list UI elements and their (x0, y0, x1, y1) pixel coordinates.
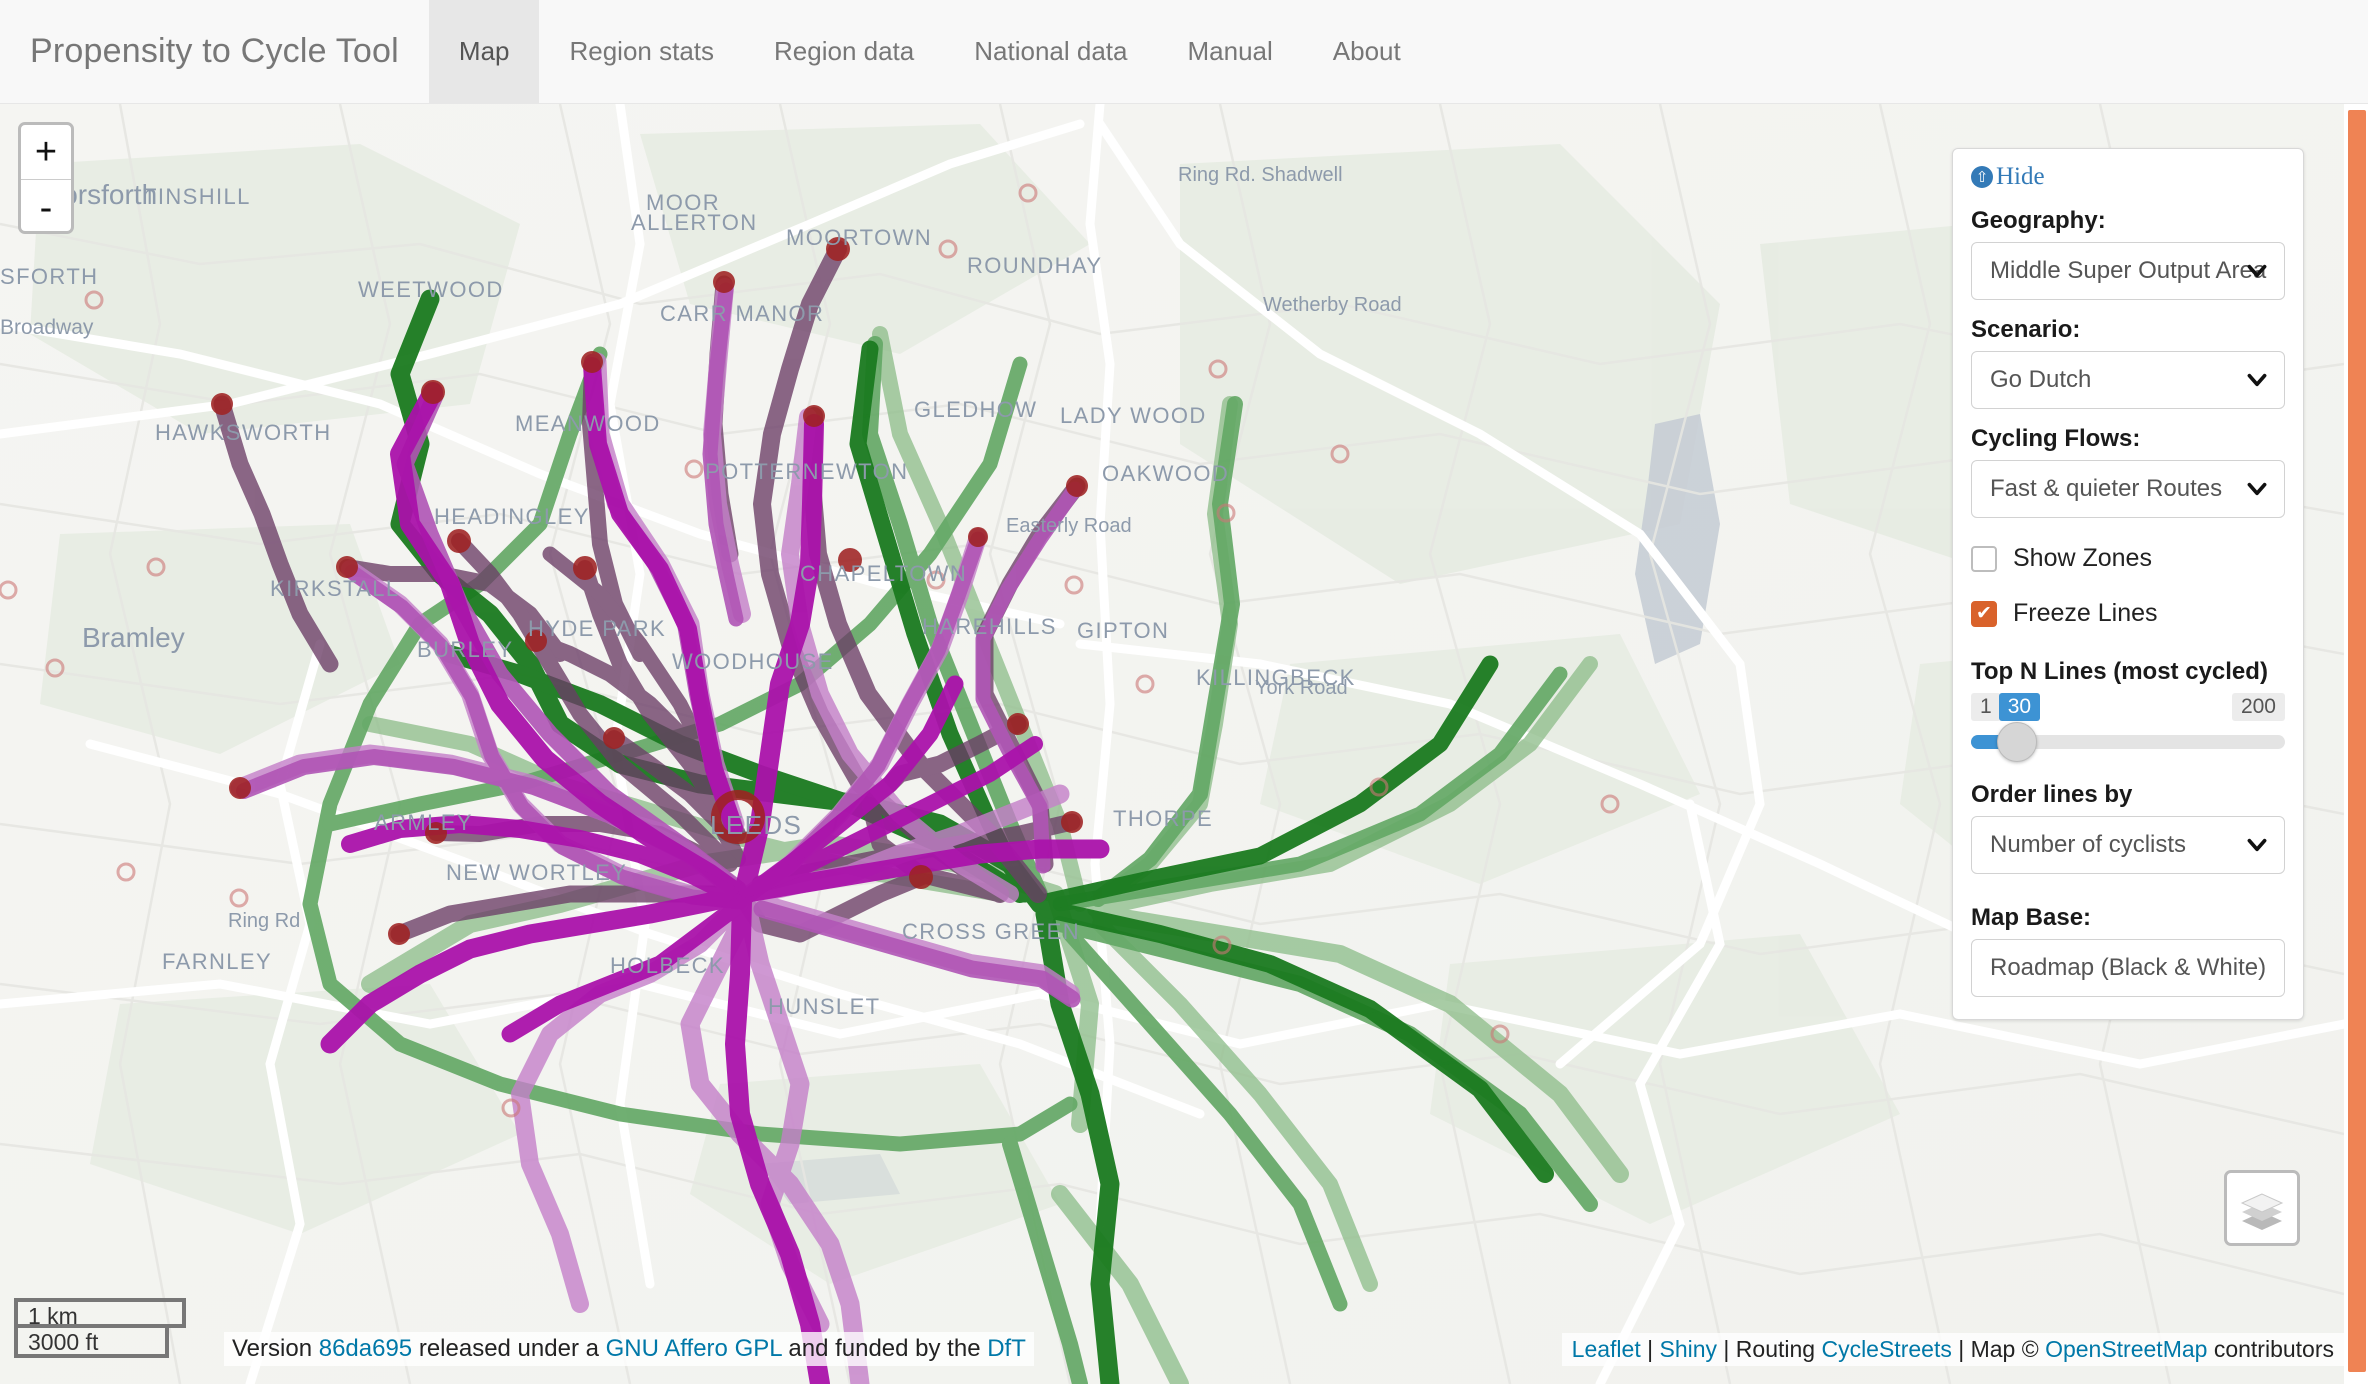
tab-map[interactable]: Map (428, 0, 540, 103)
scale-bar: 1 km 3000 ft (14, 1298, 186, 1358)
funder-link[interactable]: DfT (987, 1335, 1026, 1362)
leaflet-link[interactable]: Leaflet (1572, 1336, 1641, 1362)
tab-region-data-label: Region data (774, 36, 915, 66)
layers-icon (2240, 1193, 2284, 1230)
layers-control-button[interactable] (2224, 1170, 2300, 1246)
slider-min-label: 1 (1971, 693, 2001, 721)
navbar: Propensity to Cycle Tool Map Region stat… (0, 0, 2368, 104)
tab-manual[interactable]: Manual (1157, 0, 1302, 103)
freeze-lines-row[interactable]: Freeze Lines (1971, 599, 2285, 628)
version-mid: released under a (412, 1335, 606, 1362)
version-prefix: Version (232, 1335, 319, 1362)
app-title[interactable]: Propensity to Cycle Tool (0, 0, 429, 103)
cycling-flows-label: Cycling Flows: (1971, 425, 2141, 452)
tab-about[interactable]: About (1303, 0, 1431, 103)
freeze-lines-checkbox[interactable] (1971, 600, 1997, 627)
show-zones-label: Show Zones (2013, 544, 2152, 572)
tab-national-data[interactable]: National data (944, 0, 1157, 103)
slider-track[interactable] (1971, 722, 2285, 762)
map-base-label: Map Base: (1971, 904, 2092, 931)
shiny-link[interactable]: Shiny (1659, 1336, 1717, 1362)
license-link[interactable]: GNU Affero GPL (606, 1335, 782, 1362)
cycling-flows-value: Fast & quieter Routes (1990, 475, 2223, 502)
order-lines-by-value: Number of cyclists (1990, 831, 2187, 858)
tab-region-stats-label: Region stats (569, 36, 715, 66)
zoom-control[interactable]: + - (18, 122, 74, 234)
chevron-down-icon (2247, 482, 2267, 496)
scenario-select[interactable]: Go Dutch (1971, 351, 2285, 409)
attrib-sep-2: | Routing (1717, 1336, 1822, 1362)
arrow-up-circle-icon: ⇧ (1971, 166, 1993, 188)
openstreetmap-link[interactable]: OpenStreetMap (2045, 1336, 2207, 1362)
hide-panel-button[interactable]: ⇧ Hide (1971, 163, 2285, 191)
cyclestreets-link[interactable]: CycleStreets (1821, 1336, 1951, 1362)
chevron-down-icon (2247, 264, 2267, 278)
attrib-tail: contributors (2207, 1336, 2334, 1362)
show-zones-checkbox[interactable] (1971, 545, 1997, 572)
attrib-sep-1: | (1640, 1336, 1660, 1362)
cycling-flows-select[interactable]: Fast & quieter Routes (1971, 460, 2285, 518)
page-scrollbar-thumb[interactable] (2348, 110, 2366, 1372)
order-lines-by-label: Order lines by (1971, 781, 2133, 808)
version-suffix: and funded by the (781, 1335, 988, 1362)
scale-imperial-label: 3000 ft (28, 1329, 99, 1355)
scenario-label: Scenario: (1971, 316, 2081, 343)
map-attribution: Leaflet | Shiny | Routing CycleStreets |… (1561, 1333, 2344, 1366)
show-zones-row[interactable]: Show Zones (1971, 544, 2285, 573)
zoom-in-button[interactable]: + (21, 125, 71, 180)
leaflet-map[interactable]: Horsforth TINSHILL SFORTH Broadway WEETWOOD H… (0, 104, 2344, 1384)
tab-region-stats[interactable]: Region stats (539, 0, 744, 103)
chevron-down-icon (2247, 838, 2267, 852)
page-scrollbar[interactable] (2344, 104, 2368, 1384)
top-n-slider[interactable]: 1 30 200 (1971, 693, 2285, 762)
tab-map-label: Map (458, 36, 510, 66)
map-control-panel: ⇧ Hide Geography: Middle Super Output Ar… (1952, 148, 2304, 1020)
tab-national-data-label: National data (974, 36, 1128, 66)
tab-region-data[interactable]: Region data (744, 0, 944, 103)
map-base-value: Roadmap (Black & White) (1990, 954, 2267, 981)
geography-label: Geography: (1971, 207, 2106, 234)
scenario-value: Go Dutch (1990, 366, 2092, 393)
chevron-down-icon (2247, 373, 2267, 387)
geography-select[interactable]: Middle Super Output Area (1971, 242, 2285, 300)
order-lines-by-select[interactable]: Number of cyclists (1971, 816, 2285, 874)
version-hash-link[interactable]: 86da695 (319, 1335, 412, 1362)
scale-imperial: 3000 ft (14, 1328, 169, 1358)
freeze-lines-label: Freeze Lines (2013, 599, 2158, 627)
version-attribution: Version 86da695 released under a GNU Aff… (224, 1332, 1034, 1366)
hide-label[interactable]: Hide (1996, 163, 2045, 191)
map-base-select[interactable]: Roadmap (Black & White) (1971, 939, 2285, 997)
geography-value: Middle Super Output Area (1990, 257, 2267, 284)
top-n-label: Top N Lines (most cycled) (1971, 658, 2268, 685)
slider-max-label: 200 (2231, 693, 2285, 721)
scale-metric: 1 km (14, 1298, 186, 1329)
slider-handle[interactable] (1996, 722, 2037, 762)
slider-current-label: 30 (1998, 693, 2041, 721)
tab-manual-label: Manual (1187, 36, 1273, 66)
tab-about-label: About (1332, 36, 1401, 66)
scale-metric-label: 1 km (28, 1303, 78, 1329)
attrib-sep-3: | Map © (1951, 1336, 2046, 1362)
zoom-out-button[interactable]: - (21, 180, 71, 235)
